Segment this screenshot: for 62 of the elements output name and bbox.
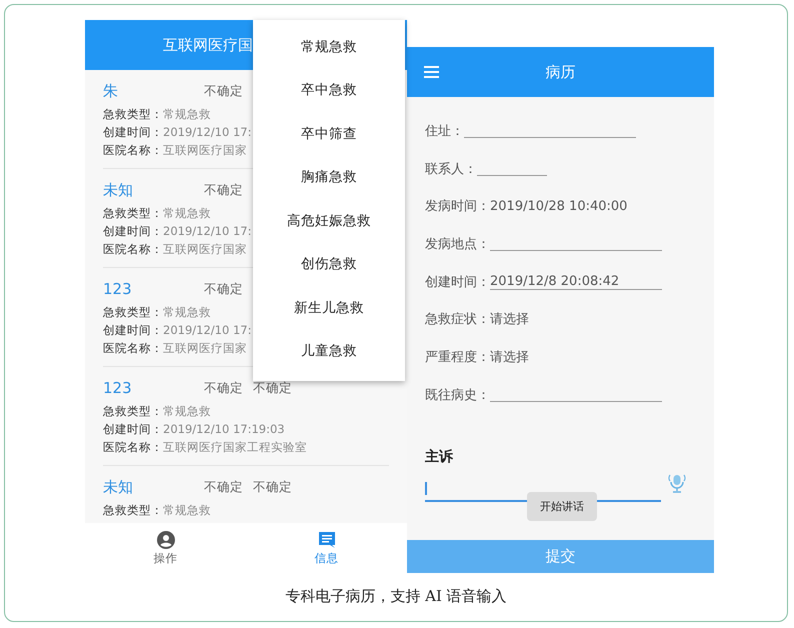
field-label: 住址： xyxy=(425,122,464,140)
toast-message: 开始讲话 xyxy=(527,492,597,520)
patient-name: 未知 xyxy=(103,478,134,496)
field-value: 常规急救 xyxy=(163,206,211,220)
field-label: 医院名称： xyxy=(103,142,163,158)
field-label: 创建时间： xyxy=(103,322,163,338)
field-label: 发病时间： xyxy=(425,198,490,216)
status-text: 不确定 xyxy=(204,380,243,396)
field-value: 常规急救 xyxy=(163,304,211,320)
field-label: 急救类型： xyxy=(103,304,163,320)
patient-name: 未知 xyxy=(103,180,134,200)
field-value: 互联网医疗国家工程实验室 xyxy=(163,440,307,454)
field-label: 发病地点： xyxy=(425,236,490,253)
field-label: 急救症状： xyxy=(425,311,490,328)
field-value: 2019/12/10 17: xyxy=(163,125,252,139)
field-label: 创建时间： xyxy=(103,422,163,436)
field-value: 常规急救 xyxy=(163,502,211,518)
nav-tab[interactable]: 信息 xyxy=(246,523,407,573)
field-value[interactable]: 2019/10/28 10:40:00 xyxy=(490,198,628,214)
input-field[interactable]: 2019/12/8 20:08:42 xyxy=(490,274,662,290)
field-value: 2019/12/10 17: xyxy=(163,323,252,337)
menu-icon[interactable] xyxy=(424,66,439,78)
status-text: 不确定 xyxy=(204,82,243,100)
field-value: 2019/12/10 17: xyxy=(163,224,252,238)
field-label: 急救类型： xyxy=(103,404,163,418)
field-value[interactable]: 请选择 xyxy=(490,310,529,328)
field-label: 急救类型： xyxy=(103,502,163,518)
field-label: 联系人： xyxy=(425,160,477,178)
field-label: 医院名称： xyxy=(103,440,163,454)
field-label: 急救类型： xyxy=(103,106,163,122)
field-value[interactable]: 请选择 xyxy=(490,348,529,366)
field-label: 创建时间： xyxy=(425,274,490,291)
status-text: 不确定 xyxy=(253,478,292,496)
field-label: 既往病史： xyxy=(425,386,490,404)
patient-name: 朱 xyxy=(103,82,119,100)
header-title: 病历 xyxy=(546,62,576,82)
field-label: 严重程度： xyxy=(425,348,490,366)
text-cursor xyxy=(425,482,427,495)
field-value: 常规急救 xyxy=(163,106,211,122)
status-text: 不确定 xyxy=(204,182,243,198)
header-title: 互联网医疗国 xyxy=(162,36,253,54)
field-value: 2019/12/10 17:19:03 xyxy=(163,422,285,436)
nav-tab[interactable]: 操作 xyxy=(85,523,246,573)
field-label: 医院名称： xyxy=(103,340,163,356)
status-text: 不确定 xyxy=(204,478,243,496)
account-icon xyxy=(156,530,174,548)
field-label: 创建时间： xyxy=(103,224,163,238)
figure-caption: 专科电子病历，支持 AI 语音输入 xyxy=(285,587,507,606)
field-label: 创建时间： xyxy=(103,124,163,140)
field-value: 互联网医疗国家 xyxy=(163,142,247,158)
field-value: 常规急救 xyxy=(163,404,211,418)
status-text: 不确定 xyxy=(253,380,292,396)
field-label: 急救类型： xyxy=(103,206,163,220)
field-label: 医院名称： xyxy=(103,242,163,256)
patient-name: 123 xyxy=(103,379,133,397)
status-text: 不确定 xyxy=(204,280,243,298)
field-value: 互联网医疗国家 xyxy=(163,340,247,356)
patient-name: 123 xyxy=(103,280,133,298)
message-icon xyxy=(318,530,336,548)
field-value: 互联网医疗国家 xyxy=(163,242,247,256)
section-title: 主诉 xyxy=(425,448,454,466)
menu-item[interactable]: 常规急救 xyxy=(253,25,405,68)
